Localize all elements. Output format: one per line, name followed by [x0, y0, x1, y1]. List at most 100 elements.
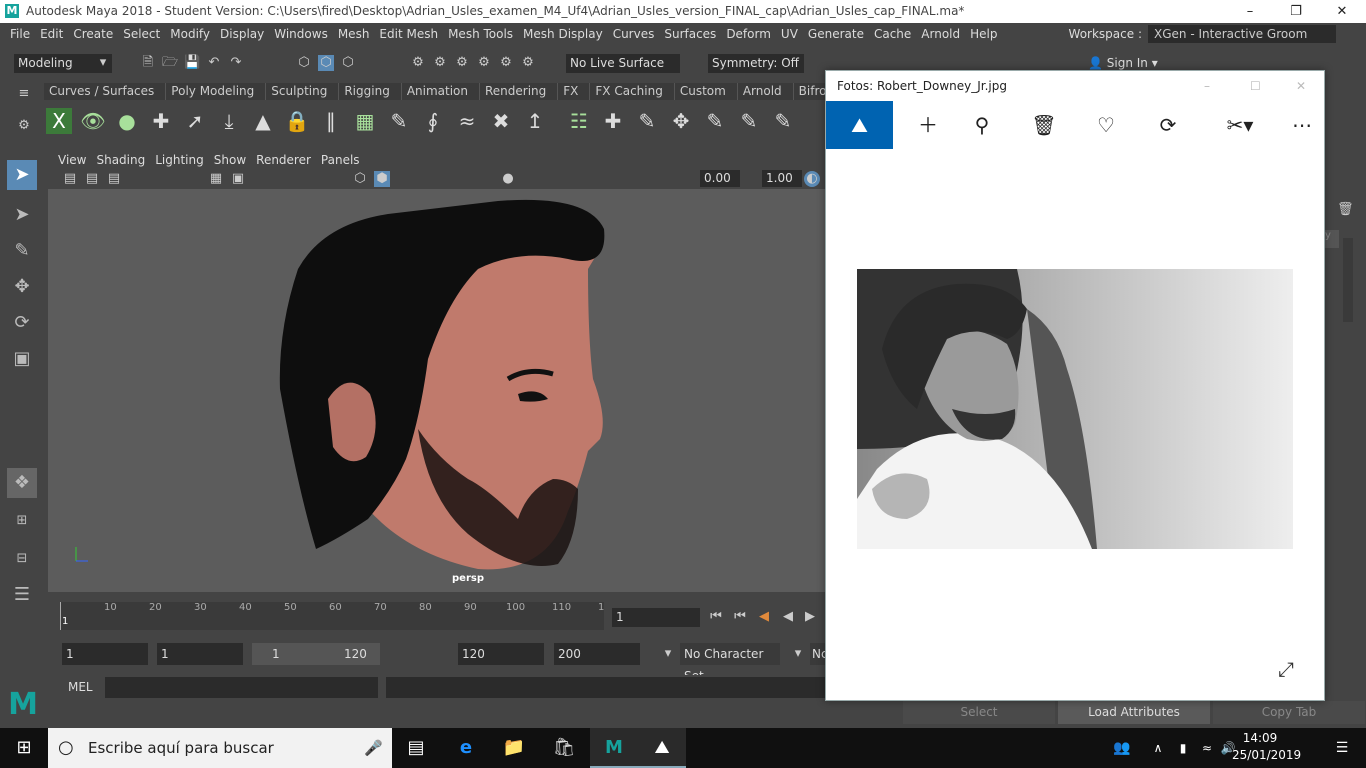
task-view-icon[interactable]: ▤ — [392, 728, 440, 768]
copy-tab-button[interactable]: Copy Tab — [1213, 701, 1365, 724]
panel-menu-show[interactable]: Show — [204, 151, 246, 169]
open-scene-icon[interactable]: 🗁 — [162, 55, 178, 71]
camera-attr-icon[interactable]: ▤ — [84, 171, 100, 187]
taskbar-search[interactable]: ○ Escribe aquí para buscar 🎤 — [48, 728, 392, 768]
shelf-tab-custom[interactable]: Custom — [675, 83, 738, 100]
edit-create-icon[interactable]: ✂▾ — [1210, 101, 1270, 149]
add-icon[interactable]: ＋ — [902, 101, 954, 149]
playback-end-field[interactable]: 120 — [458, 643, 544, 665]
menu-mesh-tools[interactable]: Mesh Tools — [438, 23, 513, 45]
move-tool-icon[interactable]: ✥ — [7, 272, 37, 302]
menu-select[interactable]: Select — [113, 23, 160, 45]
brush-icon[interactable]: ✎ — [386, 108, 412, 134]
snap-grid-icon[interactable]: ⚙ — [410, 55, 426, 71]
store-icon[interactable]: 🛍 — [540, 728, 588, 768]
delete-icon[interactable]: 🗑 — [1018, 101, 1070, 149]
gamma-field[interactable]: 1.00 — [762, 170, 802, 187]
guide-tool-icon[interactable]: ➚ — [182, 108, 208, 134]
select-button[interactable]: Select — [903, 701, 1055, 724]
scrollbar[interactable] — [1343, 238, 1353, 322]
more-options-icon[interactable]: ⋯ — [1276, 101, 1328, 149]
menu-edit-mesh[interactable]: Edit Mesh — [369, 23, 438, 45]
menu-surfaces[interactable]: Surfaces — [654, 23, 716, 45]
noise-icon[interactable]: ≈ — [454, 108, 480, 134]
menu-generate[interactable]: Generate — [798, 23, 864, 45]
photos-minimize-button[interactable]: – — [1204, 71, 1210, 101]
shelf-tab-arnold[interactable]: Arnold — [738, 83, 794, 100]
trash-icon[interactable]: 🗑 — [1337, 202, 1354, 218]
wireframe-icon[interactable]: ⬡ — [352, 171, 368, 187]
anim-layer-dropdown[interactable]: Nc — [810, 643, 825, 665]
redo-icon[interactable]: ↷ — [228, 55, 244, 71]
snap-curve-icon[interactable]: ⚙ — [432, 55, 448, 71]
chevron-down-icon[interactable]: ▾ — [660, 646, 676, 662]
playhead[interactable] — [60, 602, 61, 630]
menu-edit[interactable]: Edit — [30, 23, 63, 45]
menu-windows[interactable]: Windows — [264, 23, 328, 45]
panel-menu-shading[interactable]: Shading — [86, 151, 145, 169]
menu-mesh-display[interactable]: Mesh Display — [513, 23, 603, 45]
shelf-tab-fx-caching[interactable]: FX Caching — [590, 83, 675, 100]
menu-mesh[interactable]: Mesh — [328, 23, 370, 45]
minimize-button[interactable]: – — [1227, 0, 1273, 23]
shelf-tab-poly-modeling[interactable]: Poly Modeling — [166, 83, 267, 100]
panel-menu-renderer[interactable]: Renderer — [246, 151, 311, 169]
shelf-tab-rigging[interactable]: Rigging — [339, 83, 402, 100]
menu-modify[interactable]: Modify — [160, 23, 210, 45]
scene-start-field[interactable]: 1 — [62, 643, 148, 665]
film-gate-icon[interactable]: ▣ — [230, 171, 246, 187]
snap-vertex-icon[interactable]: ⚙ — [520, 55, 536, 71]
add-guide-icon[interactable]: ✚ — [148, 108, 174, 134]
undo-icon[interactable]: ↶ — [206, 55, 222, 71]
menu-arnold[interactable]: Arnold — [911, 23, 960, 45]
menu-help[interactable]: Help — [960, 23, 997, 45]
photos-taskbar-icon[interactable]: ⛰ — [638, 728, 686, 768]
playback-start-field[interactable]: 1 — [157, 643, 243, 665]
paint-select-icon[interactable]: ✎ — [7, 236, 37, 266]
play-backward-icon[interactable]: ◀ — [780, 609, 796, 625]
workspace-selector[interactable]: Workspace : XGen - Interactive Groom — [1059, 25, 1336, 43]
panel-menu-panels[interactable]: Panels — [311, 151, 360, 169]
four-view-icon[interactable]: ⊞ — [7, 506, 37, 536]
step-back-key-icon[interactable]: ⏮ — [732, 609, 748, 625]
time-slider-track[interactable]: 10 20 30 40 50 60 70 80 90 100 110 1 1 — [60, 602, 604, 630]
shelf-tab-animation[interactable]: Animation — [402, 83, 480, 100]
workspace-dropdown[interactable]: XGen - Interactive Groom — [1148, 25, 1336, 43]
load-attributes-button[interactable]: Load Attributes — [1058, 701, 1210, 724]
menu-create[interactable]: Create — [63, 23, 113, 45]
snap-view-icon[interactable]: ⚙ — [476, 55, 492, 71]
scene-end-field[interactable]: 200 — [554, 643, 640, 665]
new-scene-icon[interactable]: 🗎 — [140, 55, 156, 71]
select-hierarchy-icon[interactable]: ⬡ — [296, 55, 312, 71]
select-object-icon[interactable]: ⬡ — [318, 55, 334, 71]
lock-guide-icon[interactable]: 🔒 — [284, 108, 310, 134]
comb-icon[interactable]: ∥ — [318, 108, 344, 134]
outliner-layout-icon[interactable]: ☰ — [7, 580, 37, 610]
symmetry-dropdown[interactable]: Symmetry: Off — [708, 54, 804, 73]
shelf-tab-sculpting[interactable]: Sculpting — [266, 83, 340, 100]
scale-tool-icon[interactable]: ▣ — [7, 344, 37, 374]
guide-grab-icon[interactable]: ✎ — [770, 108, 796, 134]
live-surface-field[interactable]: No Live Surface — [566, 54, 680, 73]
mel-label[interactable]: MEL — [68, 680, 93, 694]
photos-maximize-button[interactable]: ☐ — [1250, 71, 1261, 101]
grid-icon[interactable]: ▦ — [352, 108, 378, 134]
people-icon[interactable]: 👥 — [1102, 728, 1142, 768]
panel-menu-view[interactable]: View — [48, 151, 86, 169]
viewport-persp[interactable] — [48, 189, 825, 592]
attribute-tab[interactable]: y — [1325, 230, 1339, 248]
shelf-tab-rendering[interactable]: Rendering — [480, 83, 559, 100]
file-explorer-icon[interactable]: 📁 — [490, 728, 538, 768]
guide-move-icon[interactable]: ✥ — [668, 108, 694, 134]
fullscreen-icon[interactable]: ⤢ — [1278, 657, 1294, 681]
menu-uv[interactable]: UV — [771, 23, 798, 45]
show-hidden-icons[interactable]: ∧ — [1146, 728, 1170, 768]
menu-file[interactable]: File — [0, 23, 30, 45]
range-slider-bar[interactable]: 1 120 — [252, 643, 380, 665]
go-to-start-icon[interactable]: ⏮ — [708, 609, 724, 625]
shelf-menu-icon[interactable]: ≡ — [16, 86, 32, 102]
current-frame-field[interactable]: 1 — [612, 608, 700, 627]
notifications-icon[interactable]: ☰ — [1318, 728, 1366, 768]
taskbar-clock[interactable]: 14:09 25/01/2019 — [1232, 730, 1301, 764]
guide-add-icon[interactable]: ✚ — [600, 108, 626, 134]
